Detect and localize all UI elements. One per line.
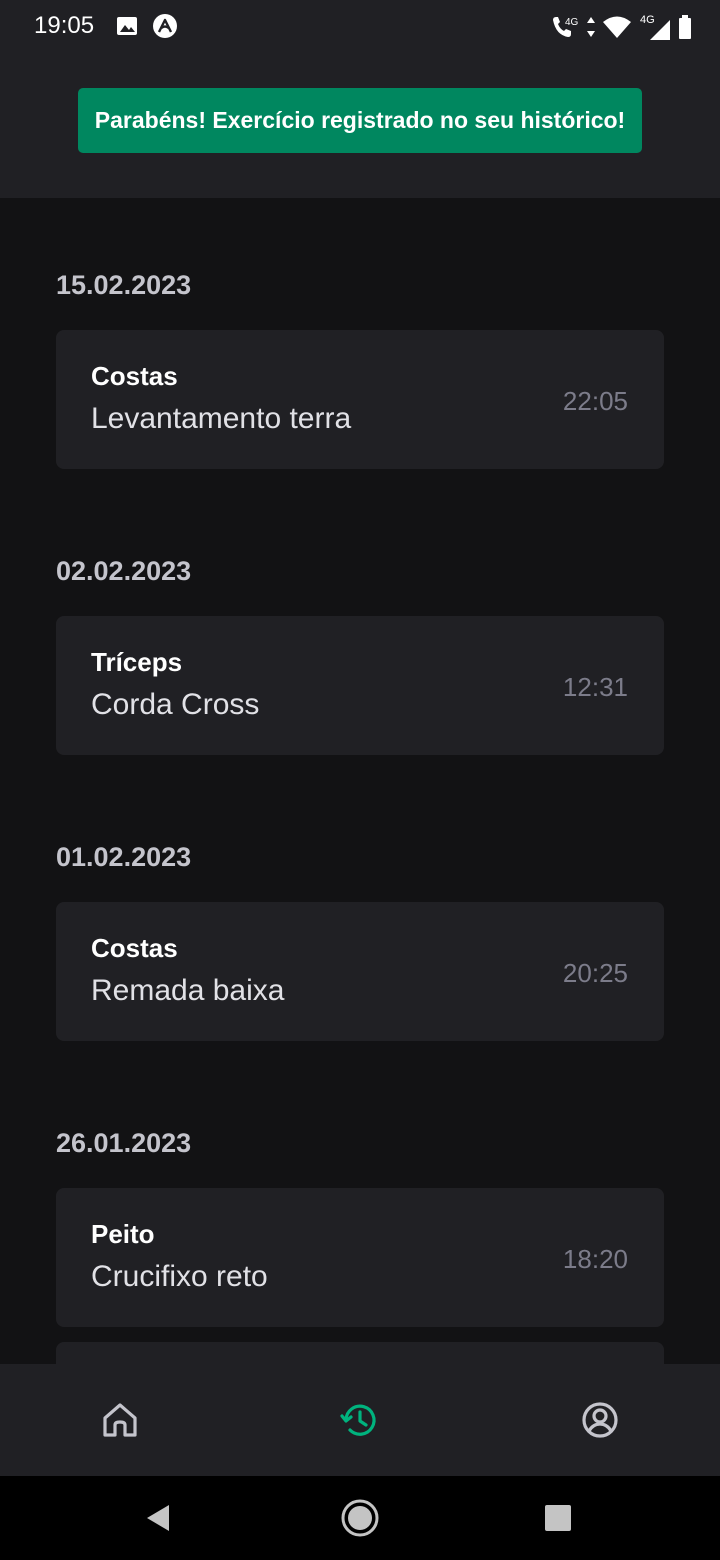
- svg-text:4G: 4G: [640, 14, 655, 26]
- home-nav-button[interactable]: [338, 1496, 382, 1540]
- home-icon: [103, 1403, 137, 1437]
- history-section: 15.02.2023 Costas Levantamento terra 22:…: [56, 270, 664, 469]
- back-icon: [147, 1505, 169, 1531]
- history-section: 01.02.2023 Costas Remada baixa 20:25: [56, 842, 664, 1041]
- wifi-icon: [603, 16, 631, 38]
- tab-history[interactable]: [323, 1384, 395, 1456]
- recents-icon: [545, 1505, 571, 1531]
- history-section: 26.01.2023 Peito Crucifixo reto 18:20: [56, 1128, 664, 1327]
- history-section: 02.02.2023 Tríceps Corda Cross 12:31: [56, 556, 664, 755]
- card-exercise-name: Crucifixo reto: [91, 1260, 268, 1293]
- card-time: 12:31: [562, 672, 628, 702]
- section-date: 01.02.2023: [56, 842, 192, 872]
- home-circle-icon: [341, 1499, 379, 1537]
- card-muscle-group: Tríceps: [91, 647, 183, 677]
- history-list[interactable]: 15.02.2023 Costas Levantamento terra 22:…: [0, 198, 720, 1364]
- success-toast[interactable]: Parabéns! Exercício registrado no seu hi…: [78, 88, 642, 153]
- profile-icon: [582, 1402, 618, 1438]
- card-time: 18:20: [562, 1244, 628, 1274]
- card-exercise-name: Corda Cross: [91, 688, 260, 721]
- toast-message: Parabéns! Exercício registrado no seu hi…: [94, 107, 626, 133]
- svg-text:4G: 4G: [565, 17, 579, 28]
- tab-bar: [0, 1364, 720, 1476]
- status-bar: 19:05 4G 4G: [0, 0, 720, 56]
- battery-icon: [679, 15, 691, 39]
- section-date: 26.01.2023: [56, 1128, 192, 1158]
- data-arrows-icon: [587, 17, 595, 37]
- system-nav-bar: [0, 1476, 720, 1560]
- history-card[interactable]: Costas Levantamento terra 22:05: [56, 330, 664, 469]
- card-exercise-name: Levantamento terra: [91, 402, 352, 435]
- app-icon: [153, 14, 177, 38]
- tab-profile[interactable]: [564, 1384, 636, 1456]
- history-icon: [340, 1404, 376, 1436]
- recents-button[interactable]: [536, 1496, 580, 1540]
- tab-home[interactable]: [84, 1384, 156, 1456]
- section-date: 15.02.2023: [56, 270, 192, 300]
- card-muscle-group: Costas: [91, 933, 178, 963]
- status-icons: 4G 4G: [550, 10, 692, 44]
- history-card[interactable]: Tríceps Corda Cross 12:31: [56, 616, 664, 755]
- volte-call-icon: 4G: [553, 17, 579, 37]
- card-muscle-group: Costas: [91, 361, 178, 391]
- card-muscle-group: Peito: [91, 1219, 155, 1249]
- history-card-partial[interactable]: [56, 1342, 664, 1364]
- history-card[interactable]: Costas Remada baixa 20:25: [56, 902, 664, 1041]
- section-date: 02.02.2023: [56, 556, 192, 586]
- card-time: 20:25: [562, 958, 628, 988]
- signal-icon: 4G: [640, 14, 670, 40]
- back-button[interactable]: [136, 1496, 180, 1540]
- gallery-icon: [117, 17, 137, 35]
- history-card[interactable]: Peito Crucifixo reto 18:20: [56, 1188, 664, 1327]
- card-exercise-name: Remada baixa: [91, 974, 285, 1007]
- status-time: 19:05: [34, 12, 95, 39]
- card-time: 22:05: [562, 386, 628, 416]
- header: Parabéns! Exercício registrado no seu hi…: [0, 56, 720, 198]
